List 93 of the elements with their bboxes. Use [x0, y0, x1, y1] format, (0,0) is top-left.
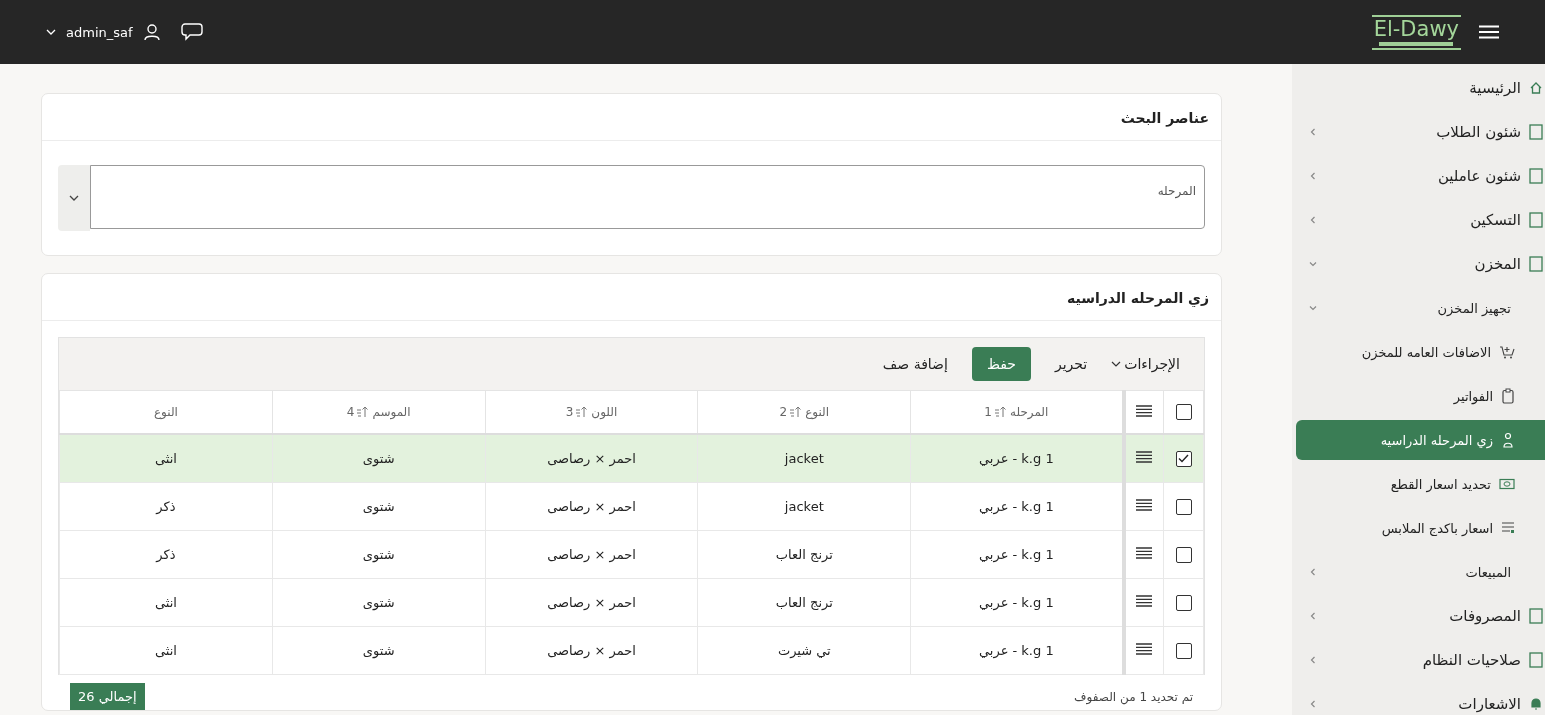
drag-handle-icon[interactable] — [1136, 547, 1153, 559]
table-cell: انثى — [59, 578, 273, 627]
table-cell: ذكر — [59, 530, 273, 579]
sidebar-item[interactable]: المصروفات — [1292, 594, 1545, 638]
cart-icon — [1499, 345, 1515, 359]
table-cell: احمر × رصاصى — [485, 578, 698, 627]
sidebar-item[interactable]: شئون عاملين — [1292, 154, 1545, 198]
sidebar-item[interactable]: تجهيز المخزن — [1292, 286, 1545, 330]
sidebar-item[interactable]: تحديد اسعار القطع — [1292, 462, 1545, 506]
drag-handle-icon[interactable] — [1136, 404, 1153, 417]
user-name[interactable]: admin_saf — [66, 24, 133, 40]
chevron-down-icon — [69, 194, 79, 202]
table-cell: 1 k.g - عربي — [910, 626, 1124, 675]
user-icon[interactable] — [142, 23, 161, 41]
checkbox[interactable] — [1175, 546, 1192, 563]
sidebar-item[interactable]: الفواتير — [1292, 374, 1545, 418]
sort-order: 2 — [779, 405, 788, 419]
table-cell: احمر × رصاصى — [485, 482, 698, 531]
square-icon — [1529, 212, 1543, 228]
actions-menu[interactable]: الإجراءات — [1111, 356, 1180, 372]
sort-icon[interactable] — [994, 406, 1008, 418]
bell-icon — [1529, 697, 1543, 711]
drag-handle-icon[interactable] — [1136, 499, 1153, 511]
menu-button[interactable] — [1477, 23, 1501, 41]
table-cell: ترنج العاب — [697, 578, 911, 627]
table-cell: احمر × رصاصى — [485, 626, 698, 675]
clipboard-icon — [1501, 388, 1515, 404]
checkbox[interactable] — [1175, 642, 1192, 659]
list-icon — [1501, 521, 1515, 535]
sidebar-item[interactable]: التسكين — [1292, 198, 1545, 242]
save-button[interactable]: حفظ — [971, 347, 1031, 381]
money-icon — [1499, 478, 1515, 490]
stage-select[interactable]: المرحله — [90, 165, 1205, 229]
logo[interactable]: El-Dawy — [1371, 14, 1461, 50]
table-cell: شتوى — [272, 482, 486, 531]
checkbox[interactable] — [1175, 450, 1192, 467]
table-cell: شتوى — [272, 626, 486, 675]
sort-order: 4 — [346, 405, 355, 419]
square-icon — [1529, 608, 1543, 624]
add-row-button[interactable]: إضافة صف — [882, 356, 948, 372]
column-label: المرحله — [1010, 405, 1049, 419]
square-icon — [1529, 652, 1543, 668]
edit-button[interactable]: تحرير — [1054, 356, 1088, 372]
table-cell: 1 k.g - عربي — [910, 434, 1124, 483]
sidebar-item[interactable]: الاضافات العامه للمخزن — [1292, 330, 1545, 374]
chevron-down-icon[interactable] — [46, 28, 56, 36]
column-header[interactable]: النوع — [59, 390, 273, 434]
checkbox[interactable] — [1175, 404, 1192, 420]
chevron-down-icon — [1111, 360, 1122, 368]
table-cell: 1 k.g - عربي — [910, 482, 1124, 531]
home-icon — [1529, 81, 1543, 95]
checkbox[interactable] — [1175, 498, 1192, 515]
sidebar-item[interactable]: صلاحيات النظام — [1292, 638, 1545, 682]
table-cell: تي شيرت — [697, 626, 911, 675]
table-cell: ترنج العاب — [697, 530, 911, 579]
total-badge: إجمالي 26 — [70, 683, 145, 710]
sort-order: 1 — [984, 405, 992, 419]
column-label: الموسم — [372, 405, 411, 419]
table-cell: 1 k.g - عربي — [910, 530, 1124, 579]
table-cell: انثى — [59, 626, 273, 675]
table-cell: ذكر — [59, 482, 273, 531]
square-icon — [1529, 256, 1543, 272]
sidebar-item[interactable]: اسعار باكدج الملابس — [1292, 506, 1545, 550]
sort-order: 3 — [565, 405, 574, 419]
table-cell: احمر × رصاصى — [485, 530, 698, 579]
table-cell: 1 k.g - عربي — [910, 578, 1124, 627]
square-icon — [1529, 124, 1543, 140]
column-label: اللون — [591, 405, 618, 419]
selection-note: تم تحديد 1 من الصفوف — [1074, 689, 1193, 704]
table-cell: شتوى — [272, 578, 486, 627]
table-cell: jacket — [697, 482, 911, 531]
column-label: النوع — [805, 405, 830, 419]
table-cell: jacket — [697, 434, 911, 483]
card-title: زي المرحله الدراسيه — [42, 274, 1221, 321]
sidebar-item[interactable]: الرئيسية — [1292, 66, 1545, 110]
sidebar-item[interactable]: المبيعات — [1292, 550, 1545, 594]
sidebar-item[interactable]: الاشعارات — [1292, 682, 1545, 715]
chat-icon[interactable] — [180, 23, 203, 41]
sidebar-item[interactable]: المخزن — [1292, 242, 1545, 286]
table-cell: احمر × رصاصى — [485, 434, 698, 483]
table-cell: شتوى — [272, 434, 486, 483]
drag-handle-icon[interactable] — [1136, 595, 1153, 607]
checkbox[interactable] — [1175, 594, 1192, 611]
sidebar-item[interactable]: زي المرحله الدراسيه — [1296, 420, 1545, 460]
drag-handle-icon[interactable] — [1136, 643, 1153, 655]
sidebar-item[interactable]: شئون الطلاب — [1292, 110, 1545, 154]
card-title: عناصر البحث — [42, 94, 1221, 141]
table-cell: شتوى — [272, 530, 486, 579]
drag-handle-icon[interactable] — [1136, 451, 1153, 463]
column-label: النوع — [153, 405, 178, 419]
person-icon — [1501, 432, 1515, 448]
square-icon — [1529, 168, 1543, 184]
table-cell: انثى — [59, 434, 273, 483]
